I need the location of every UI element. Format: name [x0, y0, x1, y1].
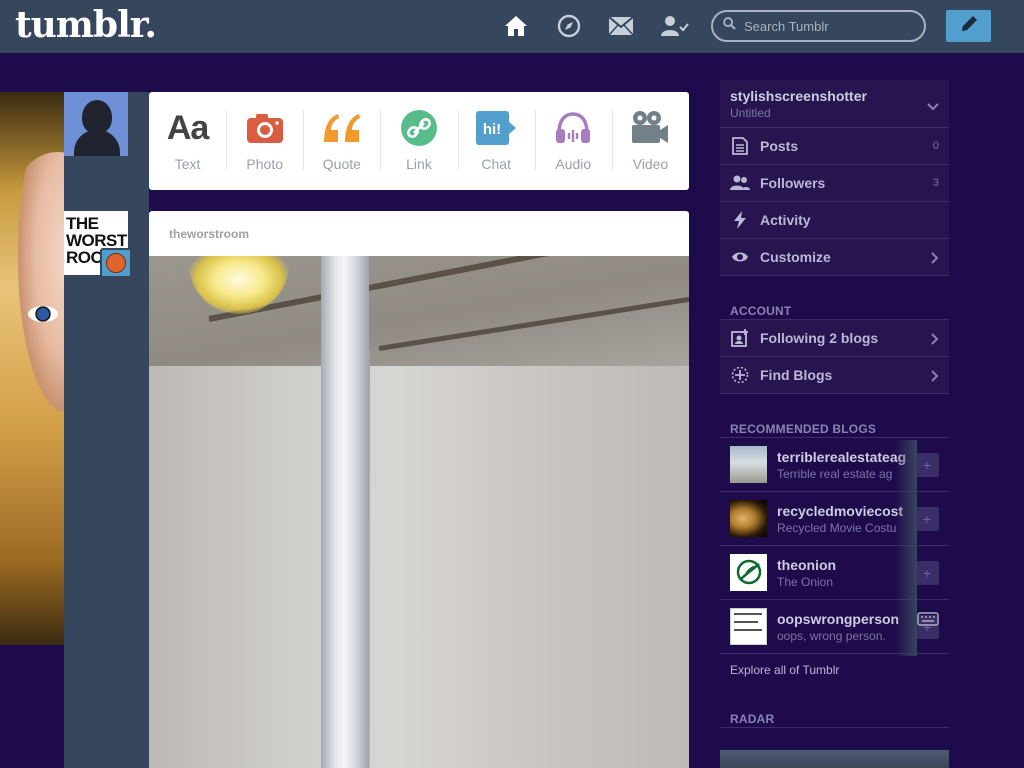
reblog-avatar-badge[interactable]	[100, 248, 132, 278]
headphones-icon	[554, 108, 592, 148]
background-artwork	[0, 92, 64, 645]
recommended-fade	[895, 440, 917, 656]
compass-icon[interactable]	[556, 13, 582, 39]
smiley-icon	[106, 253, 126, 273]
search-icon	[723, 17, 736, 35]
link-icon	[400, 108, 438, 148]
chevron-right-icon	[931, 369, 939, 387]
chevron-right-icon	[931, 251, 939, 269]
tumblr-logo[interactable]: tumblr.	[15, 4, 157, 46]
follow-plus-icon[interactable]: +	[915, 561, 939, 585]
chevron-right-icon	[931, 332, 939, 350]
post-type-video[interactable]: Video	[611, 92, 689, 190]
explore-link[interactable]: Explore all of Tumblr	[720, 654, 949, 684]
post-type-photo[interactable]: Photo	[226, 92, 303, 190]
lightning-icon	[730, 210, 750, 230]
dashboard-post: theworstroom	[149, 211, 689, 768]
blog-selector[interactable]: stylishscreenshotter Untitled	[720, 80, 949, 128]
chat-icon: hi!	[475, 108, 517, 148]
post-type-text[interactable]: Aa Text	[149, 92, 226, 190]
post-type-bar: Aa Text Photo Quote Link hi! Chat Audio	[149, 92, 689, 190]
follow-plus-icon[interactable]: +	[915, 453, 939, 477]
svg-text:hi!: hi!	[483, 121, 501, 138]
post-photo[interactable]	[149, 256, 689, 768]
follow-plus-icon[interactable]: +	[915, 507, 939, 531]
quote-icon	[321, 108, 363, 148]
sidebar-item-find-blogs[interactable]: Find Blogs	[720, 357, 949, 394]
text-icon: Aa	[166, 108, 209, 147]
eye-icon	[730, 247, 750, 267]
sparkle-icon	[730, 365, 750, 385]
post-author[interactable]: theworstroom	[149, 211, 689, 256]
onion-logo	[730, 554, 767, 591]
sidebar-item-activity[interactable]: Activity	[720, 202, 949, 239]
sidebar-item-posts[interactable]: Posts 0	[720, 128, 949, 165]
add-person-icon	[730, 328, 750, 348]
post-type-chat[interactable]: hi! Chat	[457, 92, 535, 190]
account-heading: ACCOUNT	[720, 294, 949, 320]
radar-preview[interactable]	[720, 750, 949, 768]
compose-button[interactable]	[946, 10, 991, 42]
radar-heading: RADAR	[720, 702, 949, 728]
sidebar-item-customize[interactable]: Customize	[720, 239, 949, 276]
sidebar-item-following[interactable]: Following 2 blogs	[720, 320, 949, 357]
chevron-down-icon	[927, 98, 939, 116]
people-icon	[730, 173, 750, 193]
white-pipe	[321, 256, 369, 768]
search-input[interactable]	[744, 18, 914, 34]
blog-thumbnail	[730, 500, 767, 537]
video-camera-icon	[630, 108, 670, 148]
sidebar-item-followers[interactable]: Followers 3	[720, 165, 949, 202]
pencil-icon	[959, 14, 979, 39]
user-avatar[interactable]	[64, 92, 128, 156]
blog-thumbnail	[730, 608, 767, 645]
dashboard-rail	[64, 92, 149, 768]
people-icon[interactable]	[660, 13, 690, 39]
camera-icon	[246, 108, 284, 148]
search-box[interactable]	[711, 10, 926, 42]
post-type-quote[interactable]: Quote	[303, 92, 380, 190]
post-type-audio[interactable]: Audio	[534, 92, 612, 190]
post-type-link[interactable]: Link	[380, 92, 457, 190]
mail-icon[interactable]	[608, 13, 634, 39]
home-icon[interactable]	[503, 13, 529, 39]
keyboard-icon[interactable]	[917, 612, 939, 631]
recommended-heading: RECOMMENDED BLOGS	[720, 412, 949, 438]
blog-thumbnail	[730, 446, 767, 483]
document-icon	[730, 136, 750, 156]
top-header: tumblr.	[0, 0, 1024, 53]
